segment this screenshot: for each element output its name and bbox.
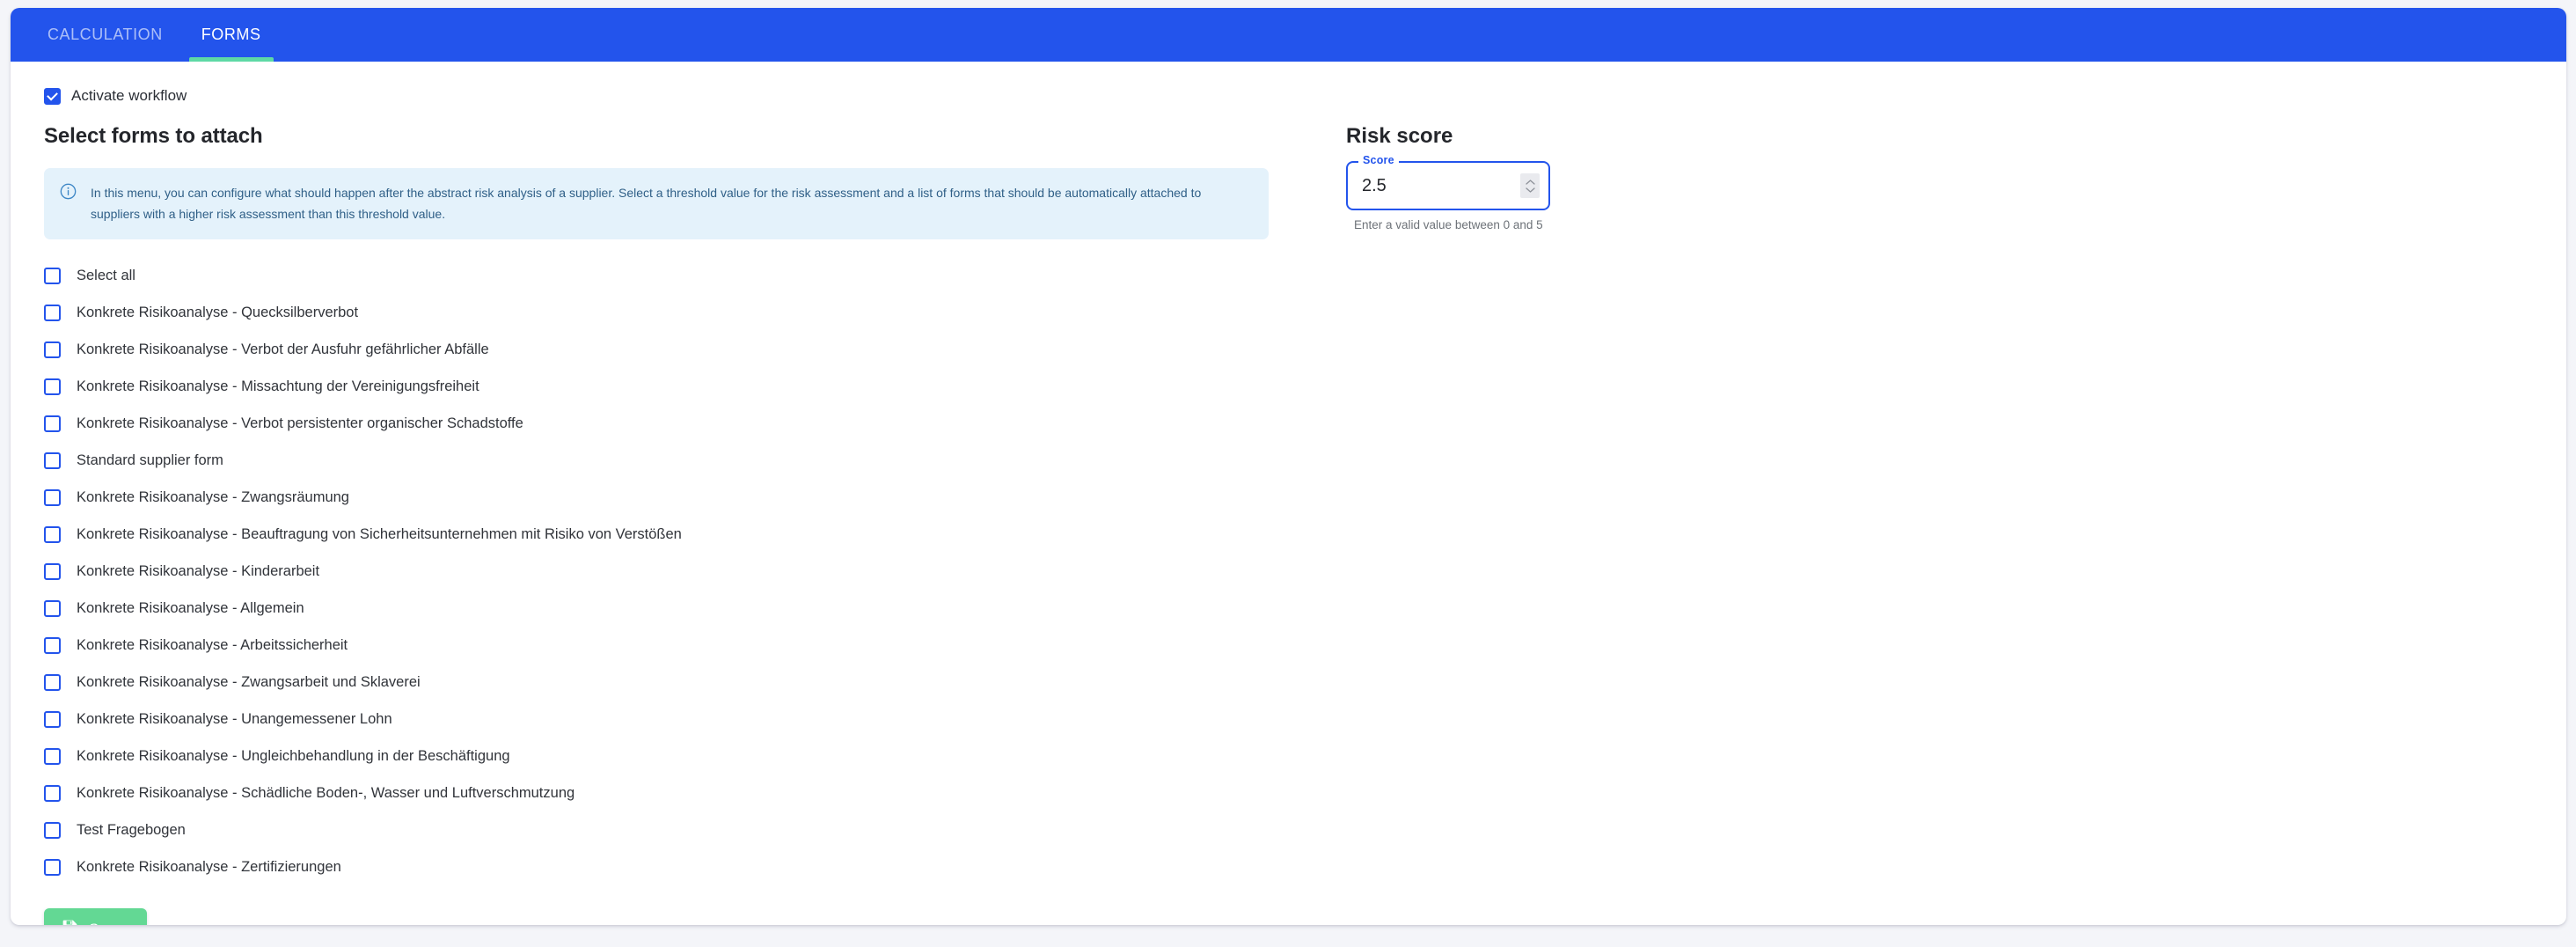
form-label: Test Fragebogen [77,821,186,838]
spinner-up-icon [1525,179,1535,185]
form-checkbox[interactable] [44,599,61,617]
content-columns: Select forms to attach In this menu, you… [11,124,2566,925]
form-label: Konkrete Risikoanalyse - Quecksilberverb… [77,304,359,320]
form-label: Konkrete Risikoanalyse - Arbeitssicherhe… [77,636,348,653]
form-label: Konkrete Risikoanalyse - Verbot der Ausf… [77,341,489,357]
form-checkbox[interactable] [44,415,61,432]
list-item[interactable]: Konkrete Risikoanalyse - Quecksilberverb… [44,294,1311,331]
activate-workflow-label: Activate workflow [71,87,187,104]
score-field-wrapper[interactable]: Score [1346,154,1550,210]
list-item[interactable]: Konkrete Risikoanalyse - Ungleichbehandl… [44,738,1311,774]
list-item[interactable]: Konkrete Risikoanalyse - Kinderarbeit [44,553,1311,590]
form-label: Konkrete Risikoanalyse - Verbot persiste… [77,415,523,431]
form-label: Konkrete Risikoanalyse - Zertifizierunge… [77,858,341,875]
select-all-label: Select all [77,267,135,283]
score-input[interactable] [1362,175,1494,196]
tab-calculation-label: CALCULATION [48,26,163,43]
form-checkbox[interactable] [44,304,61,321]
tab-forms-label: FORMS [201,26,261,43]
list-item[interactable]: Konkrete Risikoanalyse - Verbot persiste… [44,405,1311,442]
save-button[interactable]: Save [44,908,147,925]
form-checkbox[interactable] [44,821,61,839]
info-banner-text: In this menu, you can configure what sho… [91,186,1202,222]
list-item[interactable]: Konkrete Risikoanalyse - Allgemein [44,590,1311,627]
form-checkbox[interactable] [44,488,61,506]
form-label: Konkrete Risikoanalyse - Schädliche Bode… [77,784,575,801]
save-button-label: Save [89,921,123,925]
list-item[interactable]: Konkrete Risikoanalyse - Beauftragung vo… [44,516,1311,553]
tab-forms[interactable]: FORMS [182,8,281,62]
tab-bar: CALCULATION FORMS [11,8,2566,62]
form-label: Konkrete Risikoanalyse - Kinderarbeit [77,562,320,579]
form-label: Standard supplier form [77,451,223,468]
info-circle-icon [60,183,77,204]
score-field-legend: Score [1358,154,1399,166]
list-item[interactable]: Konkrete Risikoanalyse - Zwangsräumung [44,479,1311,516]
form-checkbox[interactable] [44,747,61,765]
form-checkbox[interactable] [44,784,61,802]
spinner-up-down-icon[interactable] [1520,173,1540,198]
form-checkbox[interactable] [44,451,61,469]
forms-column: Select forms to attach In this menu, you… [44,124,1311,925]
list-item[interactable]: Konkrete Risikoanalyse - Schädliche Bode… [44,774,1311,811]
activate-workflow-checkbox[interactable] [44,87,61,105]
form-checkbox[interactable] [44,673,61,691]
form-checkbox[interactable] [44,525,61,543]
score-helper-text: Enter a valid value between 0 and 5 [1354,218,1543,231]
form-checkbox[interactable] [44,378,61,395]
list-item[interactable]: Konkrete Risikoanalyse - Zwangsarbeit un… [44,664,1311,701]
form-checkbox[interactable] [44,341,61,358]
select-all-row[interactable]: Select all [44,257,1311,294]
list-item[interactable]: Konkrete Risikoanalyse - Zertifizierunge… [44,848,1311,885]
info-banner: In this menu, you can configure what sho… [44,168,1269,240]
list-item[interactable]: Test Fragebogen [44,811,1311,848]
form-label: Konkrete Risikoanalyse - Zwangsarbeit un… [77,673,421,690]
form-label: Konkrete Risikoanalyse - Allgemein [77,599,304,616]
form-label: Konkrete Risikoanalyse - Unangemessener … [77,710,392,727]
form-label: Konkrete Risikoanalyse - Zwangsräumung [77,488,349,505]
app-page: CALCULATION FORMS Activate workflow Sele… [0,0,2576,947]
list-item[interactable]: Konkrete Risikoanalyse - Arbeitssicherhe… [44,627,1311,664]
form-checkbox[interactable] [44,710,61,728]
forms-checkbox-list: Select all Konkrete Risikoanalyse - Quec… [44,257,1311,885]
risk-score-panel: Risk score Score Ente [1346,124,1550,231]
form-label: Konkrete Risikoanalyse - Ungleichbehandl… [77,747,510,764]
form-label: Konkrete Risikoanalyse - Missachtung der… [77,378,479,394]
form-checkbox[interactable] [44,858,61,876]
list-item[interactable]: Konkrete Risikoanalyse - Missachtung der… [44,368,1311,405]
form-checkbox[interactable] [44,636,61,654]
form-checkbox[interactable] [44,562,61,580]
activate-workflow-row[interactable]: Activate workflow [44,87,2566,105]
spinner-down-icon [1525,187,1535,193]
card-body: Activate workflow Select forms to attach [11,87,2566,925]
select-all-checkbox[interactable] [44,267,61,284]
list-item[interactable]: Konkrete Risikoanalyse - Unangemessener … [44,701,1311,738]
list-item[interactable]: Standard supplier form [44,442,1311,479]
risk-score-title: Risk score [1346,124,1453,148]
tab-calculation[interactable]: CALCULATION [28,8,182,62]
settings-card: CALCULATION FORMS Activate workflow Sele… [11,8,2566,925]
form-label: Konkrete Risikoanalyse - Beauftragung vo… [77,525,682,542]
list-item[interactable]: Konkrete Risikoanalyse - Verbot der Ausf… [44,331,1311,368]
page-title: Select forms to attach [44,124,263,148]
floppy-disk-icon [62,920,77,925]
